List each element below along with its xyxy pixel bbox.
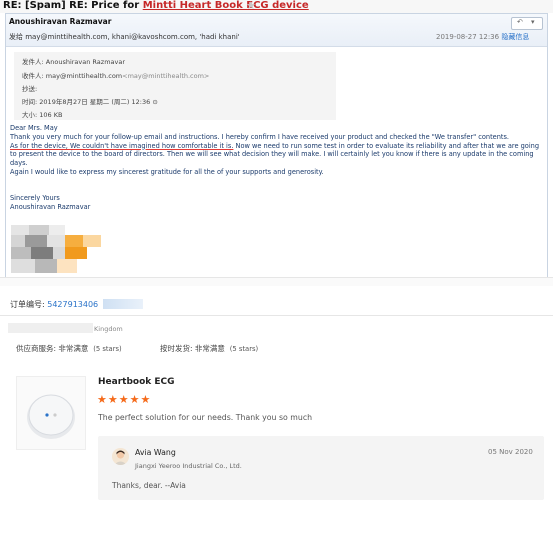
reply-buttons[interactable]: ↶ ▾ [511,17,543,30]
seller-reply: Avia Wang Jiangxi Yeeroo Industrial Co.,… [98,436,544,500]
reply-text: Thanks, dear. --Avia [112,481,186,490]
subject-prefix: RE: [Spam] RE: Price for [3,0,143,11]
redacted-buyer-name [8,323,93,333]
clock-icon: ⊙ [152,98,158,106]
order-number-link[interactable]: 5427913406 [47,300,98,309]
reply-arrow-icon[interactable]: ↶ [517,18,523,26]
star-icon[interactable]: ★ [246,0,256,12]
meta-time: 时间: 2019年8月27日 星期二 (周二) 12:36 ⊙ [22,98,158,106]
email-panel: RE: [Spam] RE: Price for Mintti Heart Bo… [0,0,553,278]
rating-stars: ★★★★★ [97,393,152,406]
buyer-country: Kingdom [94,325,123,333]
ecg-device-icon [27,394,75,439]
panel-gap [0,278,553,286]
dropdown-arrow-icon[interactable]: ▾ [531,18,535,26]
replier-company: Jiangxi Yeeroo Industrial Co., Ltd. [135,462,242,470]
meta-cc: 抄送: [22,85,38,93]
pixelated-signature [11,225,101,275]
body-paragraph: Thank you very much for your follow-up e… [10,132,510,141]
meta-to: 收件人: may@minttihealth.com<may@minttiheal… [22,72,210,80]
greeting: Dear Mrs. May [10,124,58,132]
subject-bar: RE: [Spam] RE: Price for Mintti Heart Bo… [0,0,553,13]
meta-size: 大小: 106 KB [22,111,63,119]
email-subject: RE: [Spam] RE: Price for Mintti Heart Bo… [3,0,309,11]
email-date: 2019-08-27 12:36 隐藏信息 [436,33,530,41]
email-frame: Anoushiravan Razmavar 发给 may@minttihealt… [5,13,548,278]
subject-highlight: Mintti Heart Book ECG device [142,0,309,11]
to-value: may@minttihealth.com, khani@kavoshcom.co… [25,33,240,41]
review-card: Heartbook ECG ★★★★★ The perfect solution… [14,362,544,510]
reply-date: 05 Nov 2020 [488,448,533,456]
collapse-details-link[interactable]: 隐藏信息 [501,33,529,41]
shipping-rating: 按时发货: 非常满意 (5 stars) [160,344,259,353]
replier-name: Avia Wang [135,448,176,457]
recipients-line: 发给 may@minttihealth.com, khani@kavoshcom… [9,32,240,42]
sender-name[interactable]: Anoushiravan Razmavar [9,17,111,26]
product-image[interactable] [16,376,86,450]
email-body: Dear Mrs. May Thank you very much for yo… [10,124,542,177]
to-label: 发给 [9,33,23,41]
redacted-order-suffix [103,299,143,309]
closing: Sincerely Yours Anoushiravan Razmavar [10,194,91,211]
meta-from: 发件人: Anoushiravan Razmavar [22,58,126,66]
order-header: 订单编号: 5427913406 [0,288,553,316]
supplier-service-rating: 供应商服务: 非常满意 (5 stars) [16,344,122,353]
highlighted-sentence: As for the device, We couldn't have imag… [10,141,234,150]
email-meta-box: 发件人: Anoushiravan Razmavar 收件人: may@mint… [14,52,336,120]
body-paragraph: Again I would like to express my sincere… [10,167,324,176]
order-number-line: 订单编号: 5427913406 [10,300,99,309]
email-header: Anoushiravan Razmavar 发给 may@minttihealt… [6,14,547,47]
product-name[interactable]: Heartbook ECG [98,377,175,387]
person-avatar-icon [112,448,129,465]
review-text: The perfect solution for our needs. Than… [98,413,313,422]
avatar [112,448,129,465]
body-paragraph: As for the device, We couldn't have imag… [10,141,540,168]
